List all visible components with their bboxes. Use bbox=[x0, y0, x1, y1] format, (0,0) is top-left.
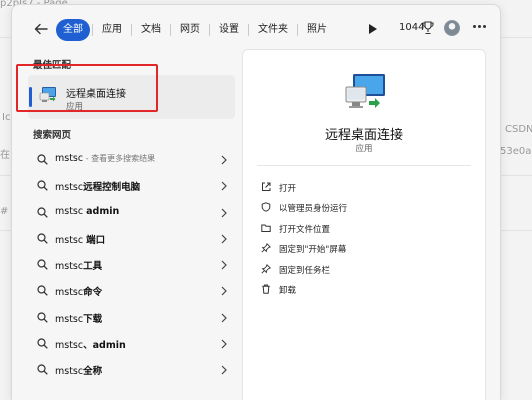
chevron-right-icon bbox=[221, 313, 227, 323]
divider bbox=[257, 165, 471, 166]
chevron-right-icon bbox=[221, 181, 227, 191]
suggestion-bold: 端口 bbox=[86, 234, 106, 246]
chevron-right-icon bbox=[221, 234, 227, 244]
web-suggestion-item[interactable]: mstsc admin bbox=[28, 200, 235, 226]
bg-text: # bbox=[0, 206, 9, 217]
filter-bar: 全部 应用 文档 网页 设置 文件夹 照片 1044 bbox=[12, 5, 500, 49]
filter-tabs: 全部 应用 文档 网页 设置 文件夹 照片 bbox=[56, 19, 334, 41]
action-label: 固定到任务栏 bbox=[279, 265, 331, 276]
suggestion-text: mstsc bbox=[55, 366, 84, 378]
app-title: 远程桌面连接 bbox=[324, 128, 403, 143]
web-suggestion-item[interactable]: mstsc工具 bbox=[28, 252, 235, 278]
suggestion-text: mstsc bbox=[55, 313, 84, 325]
trophy-icon[interactable] bbox=[422, 21, 434, 35]
web-suggestion-item[interactable]: mstsc全称 bbox=[28, 357, 235, 383]
back-arrow-icon bbox=[34, 23, 48, 35]
search-icon bbox=[37, 154, 48, 165]
suggestion-text: mstsc bbox=[55, 287, 84, 299]
chevron-right-icon bbox=[221, 339, 227, 349]
bg-text: Ic bbox=[2, 112, 11, 123]
web-suggestion-item[interactable]: mstsc - 查看更多搜索结果 bbox=[28, 147, 235, 173]
tab-folders[interactable]: 文件夹 bbox=[251, 19, 295, 41]
search-icon bbox=[37, 233, 48, 244]
suggestion-bold: 工具 bbox=[83, 261, 103, 273]
open-file-location-action[interactable]: 打开文件位置 bbox=[261, 219, 461, 239]
suggestion-text: mstsc bbox=[55, 261, 84, 273]
remote-desktop-large-icon bbox=[345, 74, 385, 108]
app-detail-pane: 远程桌面连接 应用 打开 以管理员身份运行 打开文件位置 固定到"开始"屏幕 固… bbox=[242, 49, 486, 400]
search-icon bbox=[37, 338, 48, 349]
chevron-right-icon bbox=[221, 155, 227, 165]
web-suggestion-item[interactable]: mstsc、admin bbox=[28, 331, 235, 357]
tab-separator bbox=[170, 24, 171, 36]
tab-apps[interactable]: 应用 bbox=[95, 19, 129, 41]
pin-to-start-action[interactable]: 固定到"开始"屏幕 bbox=[261, 239, 461, 259]
app-type: 应用 bbox=[355, 144, 373, 154]
run-as-admin-action[interactable]: 以管理员身份运行 bbox=[261, 198, 461, 218]
trash-icon bbox=[262, 284, 270, 294]
bg-text: CSDN bbox=[505, 124, 532, 135]
folder-icon bbox=[261, 224, 271, 232]
tab-separator bbox=[131, 24, 132, 36]
action-label: 以管理员身份运行 bbox=[279, 204, 348, 215]
web-suggestion-item[interactable]: mstsc远程控制电脑 bbox=[28, 173, 235, 199]
shield-admin-icon bbox=[261, 202, 271, 213]
search-icon bbox=[37, 312, 48, 323]
action-label: 打开文件位置 bbox=[279, 224, 331, 235]
action-label: 固定到"开始"屏幕 bbox=[279, 245, 347, 256]
suggestion-bold: 、admin bbox=[83, 340, 126, 352]
suggestion-bold: 全称 bbox=[83, 366, 103, 378]
suggestion-bold: 远程控制电脑 bbox=[83, 182, 141, 194]
suggestion-bold: 下载 bbox=[83, 313, 103, 325]
back-button[interactable] bbox=[32, 20, 50, 38]
tab-photos[interactable]: 照片 bbox=[300, 19, 334, 41]
tab-all[interactable]: 全部 bbox=[56, 19, 90, 41]
action-label: 打开 bbox=[279, 184, 297, 194]
pin-icon bbox=[261, 263, 271, 274]
suggestion-bold: 命令 bbox=[83, 287, 103, 299]
suggestion-text: mstsc bbox=[55, 340, 84, 352]
bg-text: 在 bbox=[0, 150, 10, 161]
chevron-right-icon bbox=[221, 287, 227, 296]
tab-separator bbox=[248, 24, 249, 36]
suggestion-text: mstsc bbox=[55, 153, 84, 164]
open-icon bbox=[262, 182, 271, 191]
suggestion-bold: admin bbox=[86, 205, 120, 217]
search-icon bbox=[37, 285, 48, 297]
web-suggestion-item[interactable]: mstsc下载 bbox=[28, 305, 235, 331]
suggestion-text: mstsc bbox=[55, 234, 87, 246]
tab-separator bbox=[209, 24, 210, 36]
tab-web[interactable]: 网页 bbox=[173, 19, 207, 41]
chevron-right-icon bbox=[221, 365, 227, 375]
web-suggestions: mstsc - 查看更多搜索结果 mstsc远程控制电脑 mstsc admin… bbox=[28, 147, 235, 384]
search-icon bbox=[37, 259, 48, 270]
suggestion-text: mstsc bbox=[55, 182, 84, 194]
web-suggestion-item[interactable]: mstsc命令 bbox=[28, 278, 235, 304]
play-more-tabs-icon[interactable] bbox=[368, 23, 378, 35]
rewards-points: 1044 bbox=[399, 22, 425, 33]
avatar[interactable] bbox=[444, 20, 460, 36]
tab-separator bbox=[92, 24, 93, 36]
web-search-heading: 搜索网页 bbox=[33, 130, 72, 141]
highlight-box bbox=[16, 64, 158, 112]
more-options-icon[interactable] bbox=[473, 25, 487, 29]
tab-documents[interactable]: 文档 bbox=[134, 19, 168, 41]
action-list: 打开 以管理员身份运行 打开文件位置 固定到"开始"屏幕 固定到任务栏 卸载 bbox=[261, 178, 461, 300]
pin-to-taskbar-action[interactable]: 固定到任务栏 bbox=[261, 260, 461, 280]
tab-settings[interactable]: 设置 bbox=[212, 19, 246, 41]
search-icon bbox=[37, 180, 48, 192]
open-action[interactable]: 打开 bbox=[261, 178, 461, 198]
action-label: 卸载 bbox=[279, 285, 297, 296]
tab-separator bbox=[297, 24, 298, 36]
search-icon bbox=[37, 206, 48, 218]
suggestion-text: mstsc bbox=[55, 205, 87, 217]
bg-text: 53e0a bbox=[500, 146, 532, 157]
web-suggestion-item[interactable]: mstsc 端口 bbox=[28, 226, 235, 252]
suggestion-subtext: - 查看更多搜索结果 bbox=[83, 154, 156, 163]
chevron-right-icon bbox=[221, 208, 227, 218]
uninstall-action[interactable]: 卸载 bbox=[261, 280, 461, 300]
search-icon bbox=[37, 364, 48, 376]
pin-icon bbox=[261, 243, 271, 253]
chevron-right-icon bbox=[221, 260, 227, 270]
